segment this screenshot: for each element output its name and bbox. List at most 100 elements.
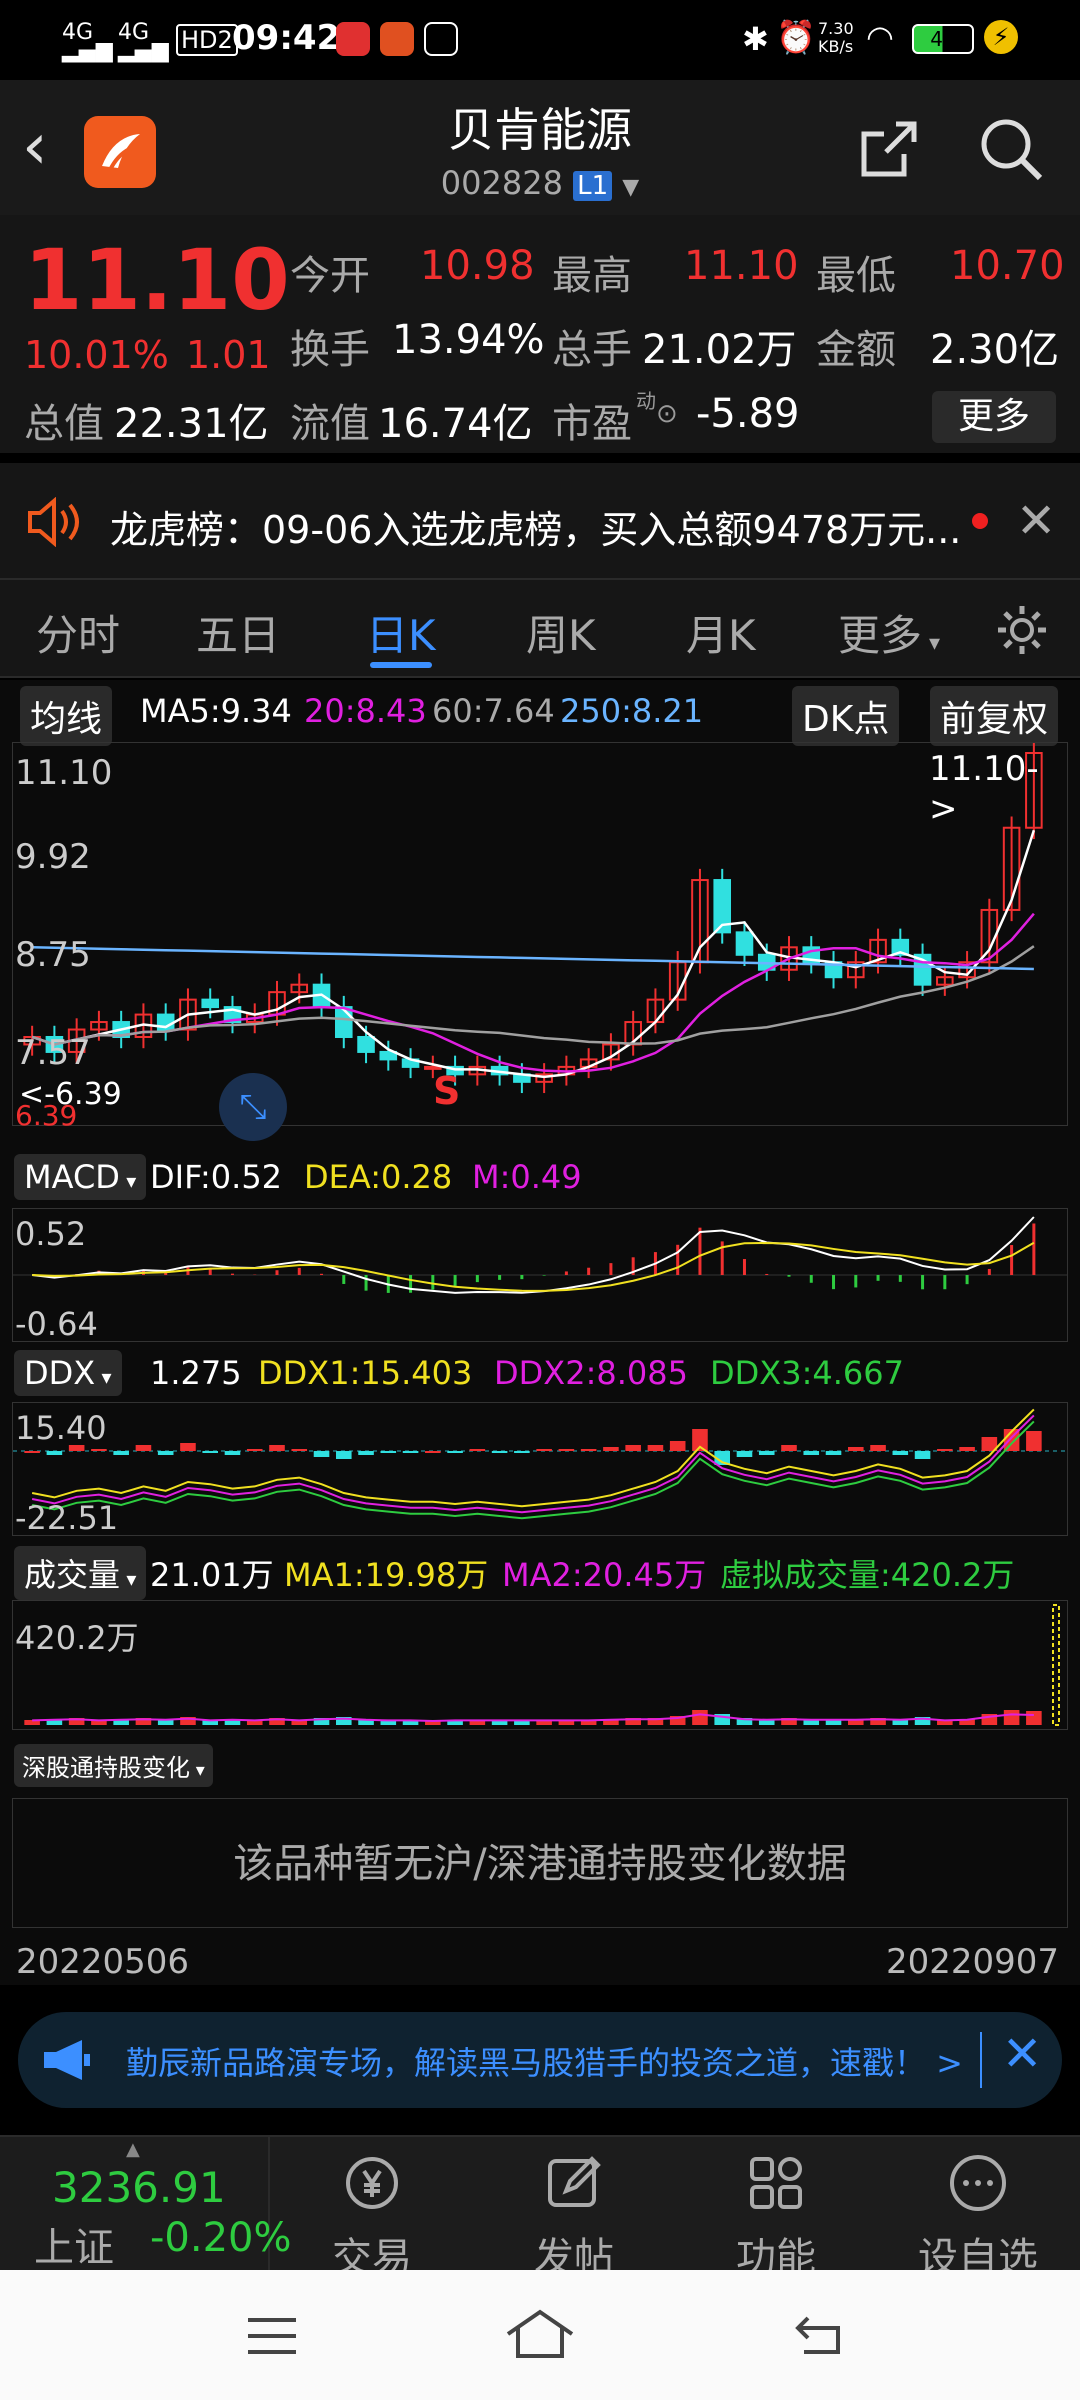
expand-icon[interactable]: ⤡: [219, 1073, 287, 1141]
alarm-icon: ⏰: [776, 18, 816, 56]
add-favorite-button[interactable]: 设自选: [878, 2137, 1078, 2283]
index-quote[interactable]: ▲ 3236.91 上证 -0.20%: [0, 2137, 292, 2271]
sell-signal: S: [433, 1069, 461, 1113]
ddx-bar: [91, 1449, 107, 1451]
ddx-value: 1.275: [150, 1354, 242, 1392]
ddx-bar: [781, 1445, 797, 1451]
notice-bar[interactable]: 龙虎榜：09-06入选龙虎榜，买入总额9478万元... ✕: [0, 463, 1080, 578]
ma60-value: 60:7.64: [432, 692, 555, 730]
vol-ma2: MA2:20.45万: [502, 1556, 707, 1594]
index-value: 3236.91: [52, 2163, 226, 2212]
vol-virtual: 虚拟成交量:420.2万: [720, 1556, 1015, 1594]
macd-dif-line: [32, 1216, 1035, 1294]
y-label-2: 9.92: [15, 837, 91, 877]
megaphone-icon: [42, 2036, 92, 2088]
index-name: 上证: [34, 2225, 114, 2271]
macd-selector[interactable]: MACD ▾: [14, 1154, 147, 1200]
volume-bar: [1003, 1710, 1020, 1725]
ddx-bar: [825, 1451, 842, 1455]
fuquan-button[interactable]: 前复权: [930, 686, 1059, 746]
home-icon[interactable]: [504, 2308, 576, 2364]
ddx-bar: [447, 1451, 463, 1453]
ddx1-value: DDX1:15.403: [258, 1354, 473, 1392]
y-label-top: 11.10: [15, 753, 113, 793]
change-pct: 10.01%: [24, 333, 169, 377]
ma-selector[interactable]: 均线: [20, 686, 113, 746]
change-abs: 1.01: [186, 333, 271, 377]
ddx-pane[interactable]: 15.40 -22.51: [12, 1402, 1068, 1537]
candle-body: [357, 1035, 375, 1053]
pe-label: 市盈: [552, 401, 632, 447]
ddx-bar: [24, 1451, 40, 1453]
ddx-bar: [758, 1451, 775, 1455]
ddx-bar: [180, 1443, 196, 1451]
ddx-y-top: 15.40: [15, 1409, 107, 1447]
ddx-bar: [491, 1451, 508, 1453]
vol-value: 21.01万: [150, 1556, 274, 1594]
volume-pane[interactable]: 420.2万: [12, 1600, 1068, 1730]
signal-icon-2: ▂▄▆: [118, 38, 169, 63]
active-tab-indicator: [370, 662, 432, 668]
function-button[interactable]: 功能: [676, 2137, 876, 2283]
y-label-3: 8.75: [15, 935, 91, 975]
candle-body: [735, 931, 754, 956]
ddx-bar: [380, 1451, 397, 1453]
ddx-bar: [892, 1451, 909, 1455]
close-promo-icon[interactable]: ✕: [1002, 2026, 1042, 2082]
hk-connect-selector[interactable]: 深股通持股变化 ▾: [14, 1744, 213, 1787]
hk-connect-empty: 该品种暂无沪/深港通持股变化数据: [12, 1798, 1068, 1928]
candle-body: [201, 998, 220, 1009]
trade-button[interactable]: 交易: [272, 2137, 472, 2283]
ma5-value: MA5:9.34: [140, 692, 292, 730]
divider: [980, 2032, 982, 2088]
notice-text: 龙虎榜：09-06入选龙虎榜，买入总额9478万元...: [110, 508, 960, 552]
ddx-bar: [736, 1451, 753, 1457]
edit-icon: [548, 2156, 601, 2207]
menu-icon[interactable]: [244, 2314, 300, 2362]
ddx-selector[interactable]: DDX ▾: [14, 1350, 122, 1396]
ddx-bar: [558, 1449, 575, 1451]
tab-yuek[interactable]: 月K: [686, 602, 756, 663]
tab-more[interactable]: 更多 ▾: [838, 602, 940, 663]
ddx-bar: [914, 1451, 931, 1459]
macd-dea: DEA:0.28: [304, 1158, 453, 1196]
pe-value: -5.89: [696, 391, 800, 437]
back-nav-icon[interactable]: [794, 2310, 850, 2362]
amount-label: 金额: [816, 327, 896, 373]
settings-gear-icon[interactable]: [994, 602, 1050, 662]
info-icon[interactable]: ⊙: [656, 399, 678, 429]
low-label: 最低: [816, 253, 896, 299]
search-icon[interactable]: [978, 116, 1046, 188]
more-button[interactable]: 更多: [932, 391, 1056, 443]
tab-wuri[interactable]: 五日: [196, 602, 280, 663]
charging-icon: ⚡: [984, 20, 1018, 54]
promo-banner[interactable]: 勤辰新品路演专场，解读黑马股猎手的投资之道，速戳！ > ✕: [18, 2012, 1062, 2108]
kline-chart: [23, 743, 1043, 1094]
turnover-label: 换手: [290, 327, 370, 373]
tab-rik[interactable]: 日K: [366, 602, 436, 663]
kline-pane[interactable]: 11.10 9.92 8.75 7.57 6.39 11.10-> <-6.39…: [12, 742, 1068, 1141]
ddx-bar: [358, 1451, 374, 1455]
more-dots-icon: [950, 2155, 1006, 2211]
ddx-bar: [313, 1451, 330, 1457]
volume-selector[interactable]: 成交量 ▾: [14, 1546, 147, 1600]
app-notification-icon: [336, 22, 370, 56]
open-value: 10.98: [420, 243, 535, 289]
tab-fenshi[interactable]: 分时: [36, 602, 120, 663]
volume-label: 总手: [552, 327, 632, 373]
ddx-bar: [469, 1449, 486, 1451]
post-button[interactable]: 发帖: [474, 2137, 674, 2283]
amount-value: 2.30亿: [930, 327, 1060, 373]
macd-pane[interactable]: 0.52 -0.64: [12, 1208, 1068, 1343]
date-end: 20220907: [886, 1942, 1060, 1982]
close-icon[interactable]: ✕: [1016, 493, 1056, 549]
candle-body: [334, 1006, 353, 1038]
high-value: 11.10: [684, 243, 799, 289]
quote-panel: 11.10 10.01% 1.01 今开 10.98 最高 11.10 最低 1…: [0, 215, 1080, 453]
share-icon[interactable]: [856, 118, 920, 186]
status-bar: 4G ▂▄▆ 4G ▂▄▆ HD2 09:42 ✱ ⏰ 7.30 KB/s ◠ 4…: [0, 0, 1080, 80]
clock: 09:42: [232, 18, 341, 58]
tab-zhouk[interactable]: 周K: [526, 602, 596, 663]
dk-button[interactable]: DK点: [792, 686, 900, 746]
chevron-down-icon: ▼: [622, 175, 640, 200]
